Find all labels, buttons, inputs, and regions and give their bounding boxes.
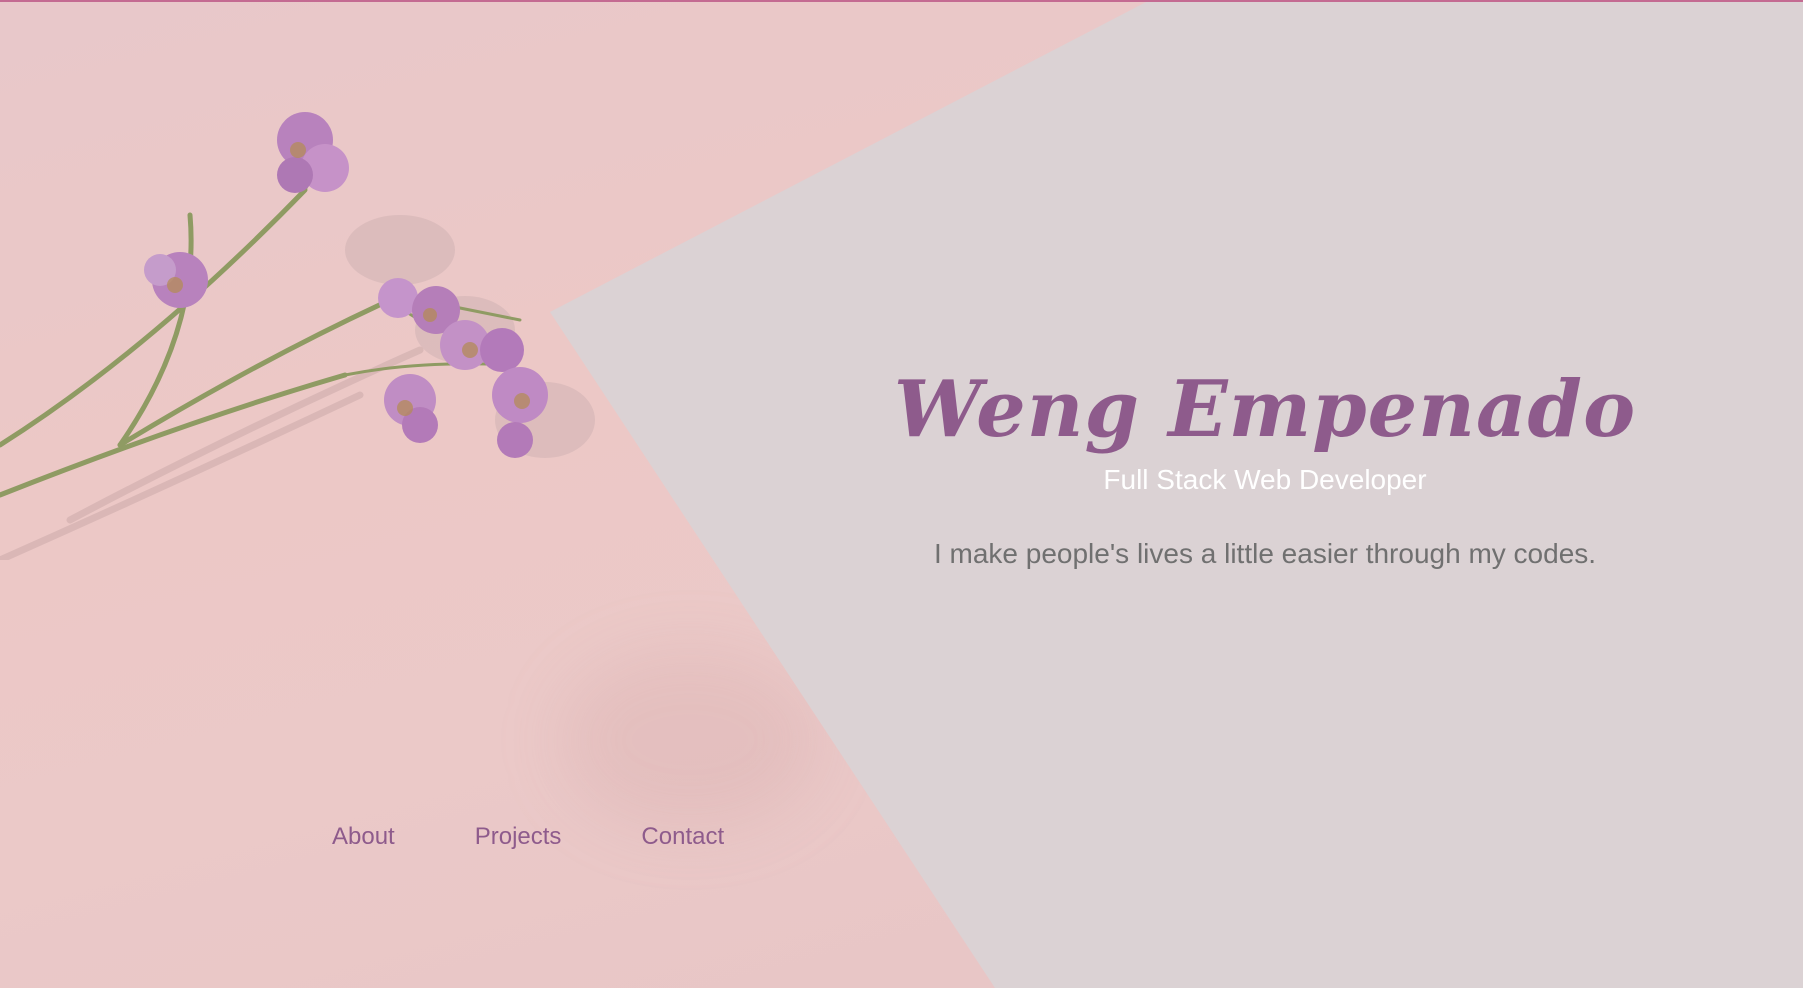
hero: Weng Empenado Full Stack Web Developer I…: [765, 360, 1765, 572]
hero-name: Weng Empenado: [893, 364, 1637, 455]
nav-link-contact[interactable]: Contact: [641, 820, 724, 854]
nav-link-projects[interactable]: Projects: [475, 820, 562, 854]
main-nav: About Projects Contact: [332, 820, 724, 854]
nav-link-about[interactable]: About: [332, 820, 395, 854]
flower-illustration: [0, 112, 595, 560]
hero-tagline: I make people's lives a little easier th…: [933, 538, 1597, 569]
hero-role: Full Stack Web Developer: [1103, 464, 1427, 495]
